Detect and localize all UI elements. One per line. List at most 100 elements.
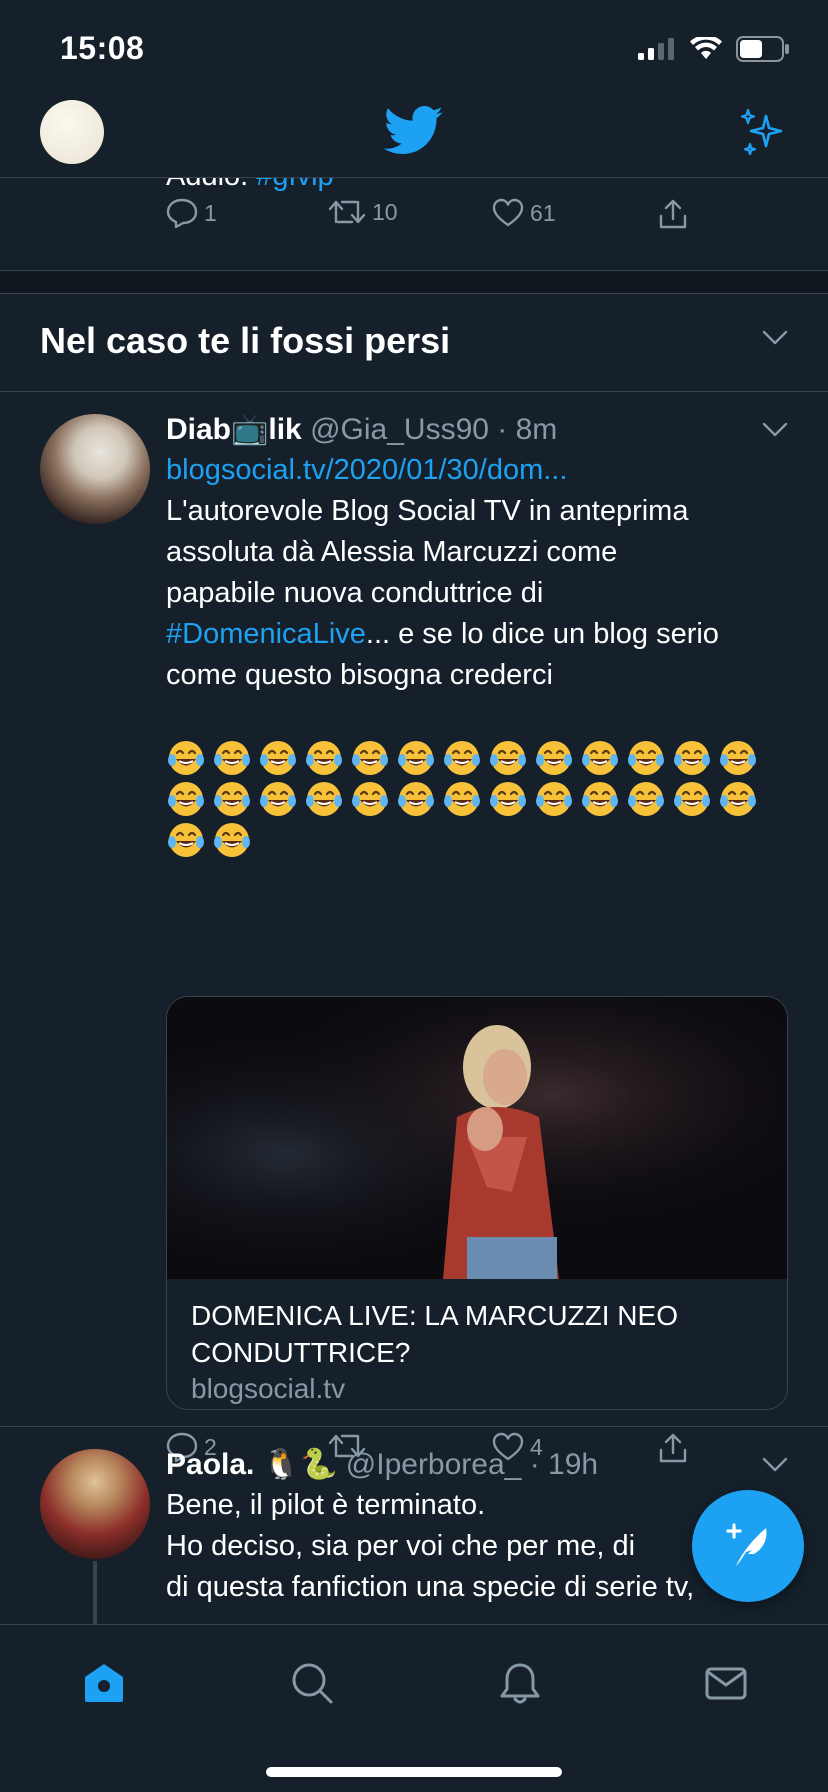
- laughing-emoji-icon: [352, 781, 388, 816]
- laughing-emoji-icon: [674, 781, 710, 816]
- display-name[interactable]: Paola.: [166, 1448, 254, 1481]
- section-separator: [0, 270, 828, 294]
- sparkle-icon[interactable]: [738, 108, 788, 158]
- top-bar: [0, 96, 828, 178]
- laughing-emoji-icon: [214, 781, 250, 816]
- card-domain: blogsocial.tv: [191, 1373, 346, 1404]
- section-title: Nel caso te li fossi persi: [40, 320, 451, 361]
- tweet-line: #DomenicaLive... e se lo dice un blog se…: [166, 614, 792, 655]
- chevron-down-icon[interactable]: [762, 330, 788, 346]
- chevron-down-icon[interactable]: [762, 422, 788, 438]
- laughing-emoji-icon: [214, 822, 250, 857]
- name-emojis: 🐧🐍: [262, 1448, 338, 1481]
- laughing-emoji-icon: [582, 781, 618, 816]
- tweet-line: L'autorevole Blog Social TV in anteprima: [166, 495, 689, 527]
- status-indicators: [638, 36, 790, 62]
- card-title: DOMENICA LIVE: LA MARCUZZI NEO CONDUTTRI…: [191, 1300, 678, 1368]
- user-handle[interactable]: @Gia_Uss90: [310, 413, 489, 446]
- status-bar: 15:08: [0, 0, 828, 96]
- laughing-emoji-icon: [490, 740, 526, 775]
- laughing-emoji-icon: [674, 740, 710, 775]
- laughing-emoji-icon: [582, 740, 618, 775]
- laughing-emoji-icon: [306, 740, 342, 775]
- link-card[interactable]: DOMENICA LIVE: LA MARCUZZI NEO CONDUTTRI…: [166, 996, 788, 1410]
- retweet-icon: [328, 200, 366, 224]
- home-indicator: [266, 1767, 562, 1777]
- compose-tweet-button[interactable]: [692, 1490, 804, 1602]
- laughing-emoji-icon: [398, 740, 434, 775]
- laughing-emoji-icon: [536, 740, 572, 775]
- display-name-part: Diab: [166, 413, 232, 446]
- laughing-emoji-icon: [628, 781, 664, 816]
- search-icon: [292, 1663, 333, 1704]
- separator: ·: [529, 1448, 540, 1481]
- laughing-emoji-icon: [168, 781, 204, 816]
- wifi-icon: [690, 37, 722, 59]
- tab-home[interactable]: [74, 1653, 134, 1713]
- tweet-link[interactable]: blogsocial.tv/2020/01/30/dom...: [166, 450, 792, 491]
- tweet-actions: 1 10 61: [166, 198, 726, 238]
- tab-notifications[interactable]: [490, 1653, 550, 1713]
- share-icon: [659, 199, 687, 229]
- profile-avatar[interactable]: [40, 100, 104, 164]
- tweet[interactable]: Diab📺lik @Gia_Uss90 · 8m blogsocial.tv/2…: [0, 392, 828, 1463]
- reply-icon: [166, 198, 198, 228]
- laughing-emoji-icon: [352, 740, 388, 775]
- display-name-part: lik: [268, 413, 302, 446]
- separator: ·: [497, 413, 508, 446]
- card-image: [167, 997, 787, 1279]
- previous-tweet[interactable]: Addio. #gfvip 1 10 61: [0, 178, 828, 270]
- thread-line: [93, 1561, 97, 1624]
- mail-icon: [705, 1667, 747, 1700]
- laughing-emoji-icon: [398, 781, 434, 816]
- emoji-row: [166, 778, 792, 819]
- user-avatar[interactable]: [40, 1449, 150, 1559]
- tweet-header: Diab📺lik @Gia_Uss90 · 8m: [166, 412, 557, 447]
- tweet-line: assoluta dà Alessia Marcuzzi come: [166, 536, 618, 568]
- tab-search[interactable]: [282, 1653, 342, 1713]
- tab-messages[interactable]: [696, 1653, 756, 1713]
- laughing-emoji-icon: [168, 822, 204, 857]
- chevron-down-icon[interactable]: [762, 1457, 788, 1473]
- display-name[interactable]: Diab📺lik: [166, 413, 302, 446]
- twitter-bird-icon: [384, 106, 443, 154]
- retweet-button[interactable]: 10: [328, 198, 398, 226]
- laughing-emoji-icon: [168, 740, 204, 775]
- laughing-emoji-icon: [720, 740, 756, 775]
- tweet-text: Addio. #gfvip: [166, 178, 334, 193]
- laughing-emoji-icon: [536, 781, 572, 816]
- hashtag-link[interactable]: #DomenicaLive: [166, 618, 366, 650]
- user-handle[interactable]: @Iperborea_: [346, 1448, 522, 1481]
- heart-icon: [492, 198, 524, 227]
- timeline-feed[interactable]: Addio. #gfvip 1 10 61 Nel caso te li fos…: [0, 178, 828, 1624]
- like-count: 61: [530, 199, 556, 226]
- laughing-emoji-block: [166, 737, 792, 860]
- bell-icon: [500, 1663, 540, 1704]
- compose-feather-icon: [726, 1523, 767, 1566]
- tv-emoji: 📺: [231, 413, 269, 446]
- laughing-emoji-icon: [306, 781, 342, 816]
- hashtag-link[interactable]: #gfvip: [256, 178, 333, 192]
- bottom-tab-bar: [0, 1624, 828, 1792]
- tweet-text-part: Addio.: [166, 178, 256, 192]
- reply-button[interactable]: 1: [166, 198, 217, 228]
- home-icon: [85, 1664, 123, 1702]
- retweet-count: 10: [372, 198, 398, 225]
- laughing-emoji-icon: [260, 781, 296, 816]
- laughing-emoji-icon: [720, 781, 756, 816]
- card-photo: [167, 997, 787, 1279]
- tweet-text: blogsocial.tv/2020/01/30/dom... L'autore…: [166, 450, 792, 860]
- reply-count: 1: [204, 199, 217, 226]
- laughing-emoji-icon: [490, 781, 526, 816]
- tweet-line-rest: ... e se lo dice un blog serio: [365, 618, 719, 650]
- laughing-emoji-icon: [628, 740, 664, 775]
- tweet-line: papabile nuova conduttrice di: [166, 577, 544, 609]
- laughing-emoji-icon: [214, 740, 250, 775]
- user-avatar[interactable]: [40, 414, 150, 524]
- emoji-row: [166, 737, 792, 778]
- emoji-row: [166, 819, 792, 860]
- like-button[interactable]: 61: [492, 198, 556, 228]
- tweet-time: 19h: [548, 1448, 599, 1481]
- share-button[interactable]: [658, 198, 688, 230]
- tweet-header: Paola. 🐧🐍 @Iperborea_ · 19h: [166, 1447, 598, 1482]
